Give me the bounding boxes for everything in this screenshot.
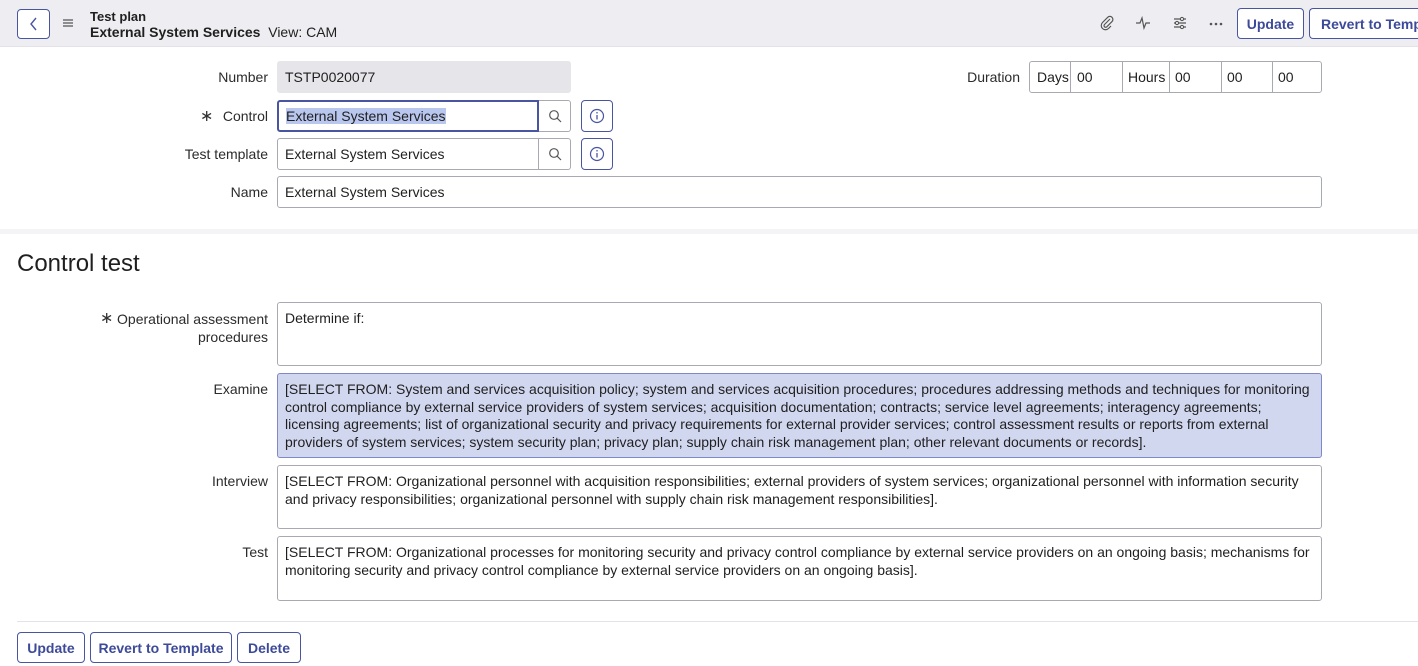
control-input-value: External System Services (286, 108, 446, 124)
attachment-button[interactable] (1098, 14, 1116, 32)
header-revert-button[interactable]: Revert to Templ (1309, 8, 1418, 39)
hours-label: Hours (1128, 69, 1166, 85)
search-icon (548, 148, 561, 161)
oap-label-line2: procedures (197, 329, 268, 345)
examine-textarea[interactable]: [SELECT FROM: System and services acquis… (277, 373, 1322, 458)
hamburger-icon[interactable] (62, 16, 74, 30)
header-update-button[interactable]: Update (1237, 8, 1304, 39)
view-label: View: CAM (268, 24, 338, 40)
control-label: Control (222, 108, 268, 124)
oap-label: Operational assessment procedures (117, 310, 268, 346)
record-name-title: External System Services View: CAM (90, 24, 337, 40)
hours-input[interactable]: 00 (1175, 62, 1191, 92)
interview-label: Interview (211, 473, 268, 489)
oap-textarea[interactable]: Determine if: (277, 302, 1322, 366)
info-icon (589, 108, 605, 124)
footer-delete-button[interactable]: Delete (237, 632, 301, 663)
seconds-input[interactable]: 00 (1278, 62, 1294, 92)
ellipsis-icon (1209, 22, 1223, 26)
control-lookup-button[interactable] (539, 100, 571, 132)
test-template-input[interactable]: External System Services (277, 138, 539, 170)
search-icon (548, 110, 561, 123)
back-button[interactable] (17, 9, 50, 39)
control-input[interactable]: External System Services (277, 100, 539, 132)
required-marker: ∗ (200, 108, 214, 125)
personalize-button[interactable] (1171, 14, 1189, 32)
test-textarea[interactable]: [SELECT FROM: Organizational processes f… (277, 536, 1322, 601)
required-marker: ∗ (100, 310, 114, 327)
duration-separator (1272, 62, 1273, 92)
test-label: Test (242, 544, 268, 560)
more-options-button[interactable] (1207, 14, 1225, 32)
form-header: Test plan External System Services View:… (0, 0, 1418, 47)
oap-label-line1: Operational assessment (117, 311, 268, 327)
examine-label: Examine (213, 381, 268, 397)
activity-button[interactable] (1134, 14, 1152, 32)
chevron-left-icon (29, 17, 37, 31)
info-icon (589, 146, 605, 162)
duration-field: Days 00 Hours 00 00 00 (1029, 61, 1322, 93)
duration-separator (1070, 62, 1071, 92)
section-title: Control test (17, 250, 140, 277)
pulse-icon (1136, 15, 1150, 31)
section-divider (0, 229, 1418, 234)
duration-label: Duration (967, 69, 1020, 85)
duration-separator (1122, 62, 1123, 92)
duration-separator (1169, 62, 1170, 92)
test-template-info-button[interactable] (581, 138, 613, 170)
control-info-button[interactable] (581, 100, 613, 132)
footer-divider (17, 621, 1418, 622)
test-template-label: Test template (184, 146, 268, 162)
paperclip-icon (1100, 15, 1114, 31)
footer-revert-button[interactable]: Revert to Template (90, 632, 232, 663)
footer-update-button[interactable]: Update (17, 632, 85, 663)
number-label: Number (218, 69, 268, 85)
minutes-input[interactable]: 00 (1227, 62, 1243, 92)
record-type-title: Test plan (90, 9, 147, 24)
sliders-icon (1174, 16, 1186, 30)
interview-textarea[interactable]: [SELECT FROM: Organizational personnel w… (277, 465, 1322, 529)
test-template-lookup-button[interactable] (539, 138, 571, 170)
days-label: Days (1037, 69, 1069, 85)
name-input[interactable]: External System Services (277, 176, 1322, 208)
duration-separator (1221, 62, 1222, 92)
record-name: External System Services (90, 24, 261, 40)
days-input[interactable]: 00 (1077, 62, 1093, 92)
number-field: TSTP0020077 (277, 61, 571, 93)
name-label: Name (230, 184, 268, 200)
